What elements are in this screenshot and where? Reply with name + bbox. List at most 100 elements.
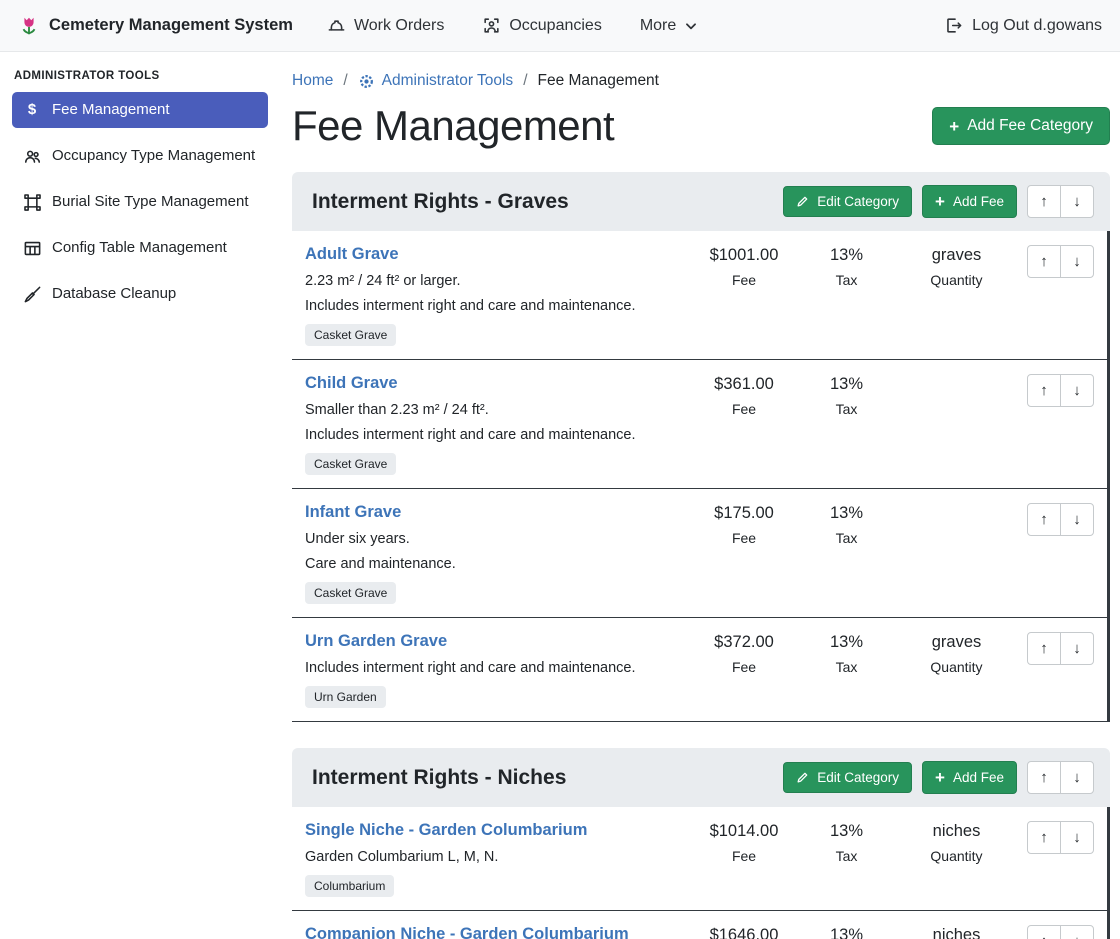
- admin-sidebar: ADMINISTRATOR TOOLS $ Fee Management Occ…: [0, 52, 280, 939]
- logout-link[interactable]: Log Out d.gowans: [944, 16, 1102, 35]
- edit-category-label: Edit Category: [817, 194, 899, 209]
- fee-row: Infant Grave Under six years. Care and m…: [292, 489, 1110, 618]
- fee-move-down-button[interactable]: ↓: [1060, 503, 1094, 536]
- up-arrow-icon: ↑: [1040, 253, 1048, 270]
- fee-move-down-button[interactable]: ↓: [1060, 374, 1094, 407]
- category-header: Interment Rights - Graves Edit Category …: [292, 172, 1110, 231]
- nav-occupancies[interactable]: Occupancies: [482, 16, 602, 35]
- fee-label: Fee: [689, 848, 799, 864]
- category-move-up-button[interactable]: ↑: [1027, 185, 1061, 218]
- category-move-down-button[interactable]: ↓: [1060, 761, 1094, 794]
- nav-work-orders[interactable]: Work Orders: [327, 16, 444, 35]
- fee-description: 2.23 m² / 24 ft² or larger.: [305, 273, 681, 289]
- fee-move-up-button[interactable]: ↑: [1027, 503, 1061, 536]
- edit-category-button[interactable]: Edit Category: [783, 186, 912, 217]
- fee-move-down-button[interactable]: ↓: [1060, 632, 1094, 665]
- up-arrow-icon: ↑: [1040, 511, 1048, 528]
- fee-amount-column: $1014.00 Fee: [689, 821, 799, 864]
- up-arrow-icon: ↑: [1040, 829, 1048, 846]
- occupant-frame-icon: [482, 16, 501, 35]
- breadcrumb-admin-tools-link[interactable]: Administrator Tools: [358, 72, 514, 90]
- fee-name-link[interactable]: Adult Grave: [305, 245, 399, 263]
- fee-move-up-button[interactable]: ↑: [1027, 821, 1061, 854]
- sidebar-item-fee-management[interactable]: $ Fee Management: [12, 92, 268, 128]
- sidebar-item-config-table-management[interactable]: Config Table Management: [12, 230, 268, 266]
- fee-tag: Columbarium: [305, 875, 394, 897]
- up-arrow-icon: ↑: [1040, 769, 1048, 786]
- fee-reorder-group: ↑ ↓: [1027, 245, 1094, 278]
- fee-description: Includes interment right and care and ma…: [305, 298, 681, 314]
- table-icon: [23, 239, 42, 258]
- fee-amount-column: $175.00 Fee: [689, 503, 799, 546]
- up-arrow-icon: ↑: [1040, 382, 1048, 399]
- tax-column: 13% Tax: [799, 374, 894, 417]
- top-navbar: Cemetery Management System Work Orders O…: [0, 0, 1120, 52]
- up-arrow-icon: ↑: [1040, 193, 1048, 210]
- tax-column: 13% Tax: [799, 245, 894, 288]
- fee-row: Single Niche - Garden Columbarium Garden…: [292, 807, 1110, 911]
- app-brand[interactable]: Cemetery Management System: [18, 15, 293, 37]
- fee-name-link[interactable]: Urn Garden Grave: [305, 632, 447, 650]
- fee-tag: Casket Grave: [305, 582, 396, 604]
- fee-move-up-button[interactable]: ↑: [1027, 374, 1061, 407]
- category-reorder-group: ↑ ↓: [1027, 761, 1094, 794]
- fee-move-up-button[interactable]: ↑: [1027, 925, 1061, 939]
- sidebar-item-database-cleanup[interactable]: Database Cleanup: [12, 276, 268, 312]
- fee-amount-column: $372.00 Fee: [689, 632, 799, 675]
- breadcrumb: Home / Administrator Tools / Fee Managem…: [292, 52, 1110, 94]
- tax-label: Tax: [799, 659, 894, 675]
- fee-row: Companion Niche - Garden Columbarium Gar…: [292, 911, 1110, 939]
- page-title: Fee Management: [292, 102, 614, 150]
- fee-amount-column: $1646.00 Fee: [689, 925, 799, 939]
- fee-name-link[interactable]: Infant Grave: [305, 503, 401, 521]
- fee-move-up-button[interactable]: ↑: [1027, 632, 1061, 665]
- breadcrumb-home-label: Home: [292, 72, 333, 90]
- fee-label: Fee: [689, 530, 799, 546]
- logout-icon: [944, 16, 963, 35]
- add-fee-button[interactable]: + Add Fee: [922, 761, 1017, 794]
- breadcrumb-current: Fee Management: [538, 72, 660, 90]
- sidebar-item-label: Fee Management: [52, 100, 170, 120]
- sidebar-item-burial-site-type-management[interactable]: Burial Site Type Management: [12, 184, 268, 220]
- fee-name-link[interactable]: Companion Niche - Garden Columbarium: [305, 925, 629, 939]
- fee-row: Child Grave Smaller than 2.23 m² / 24 ft…: [292, 360, 1110, 489]
- nav-more[interactable]: More: [640, 17, 698, 35]
- fee-name-link[interactable]: Single Niche - Garden Columbarium: [305, 821, 587, 839]
- fee-move-down-button[interactable]: ↓: [1060, 821, 1094, 854]
- fee-label: Fee: [689, 272, 799, 288]
- category-move-down-button[interactable]: ↓: [1060, 185, 1094, 218]
- fee-tag: Urn Garden: [305, 686, 386, 708]
- tax-value: 13%: [799, 633, 894, 652]
- quantity-column: niches Quantity: [894, 821, 1019, 864]
- fee-move-down-button[interactable]: ↓: [1060, 925, 1094, 939]
- breadcrumb-home-link[interactable]: Home: [292, 72, 333, 90]
- sidebar-item-label: Burial Site Type Management: [52, 192, 249, 212]
- tax-column: 13% Tax: [799, 503, 894, 546]
- fee-description: Under six years.: [305, 531, 681, 547]
- category-move-up-button[interactable]: ↑: [1027, 761, 1061, 794]
- sidebar-item-occupancy-type-management[interactable]: Occupancy Type Management: [12, 138, 268, 174]
- category-reorder-group: ↑ ↓: [1027, 185, 1094, 218]
- quantity-column: graves Quantity: [894, 245, 1019, 288]
- plus-icon: +: [949, 118, 959, 135]
- tax-column: 13% Tax: [799, 925, 894, 939]
- edit-category-button[interactable]: Edit Category: [783, 762, 912, 793]
- app-title: Cemetery Management System: [49, 16, 293, 35]
- pencil-icon: [796, 195, 809, 208]
- add-fee-category-button[interactable]: + Add Fee Category: [932, 107, 1110, 145]
- fee-move-down-button[interactable]: ↓: [1060, 245, 1094, 278]
- down-arrow-icon: ↓: [1073, 829, 1081, 846]
- people-icon: [23, 147, 42, 166]
- tax-value: 13%: [799, 375, 894, 394]
- fee-description: Care and maintenance.: [305, 556, 681, 572]
- breadcrumb-separator: /: [343, 72, 347, 90]
- down-arrow-icon: ↓: [1073, 253, 1081, 270]
- primary-nav: Work Orders Occupancies More: [327, 16, 698, 35]
- tax-value: 13%: [799, 822, 894, 841]
- logout-label: Log Out d.gowans: [972, 17, 1102, 35]
- fee-move-up-button[interactable]: ↑: [1027, 245, 1061, 278]
- pencil-icon: [796, 771, 809, 784]
- add-fee-button[interactable]: + Add Fee: [922, 185, 1017, 218]
- fee-name-link[interactable]: Child Grave: [305, 374, 398, 392]
- breadcrumb-separator: /: [523, 72, 527, 90]
